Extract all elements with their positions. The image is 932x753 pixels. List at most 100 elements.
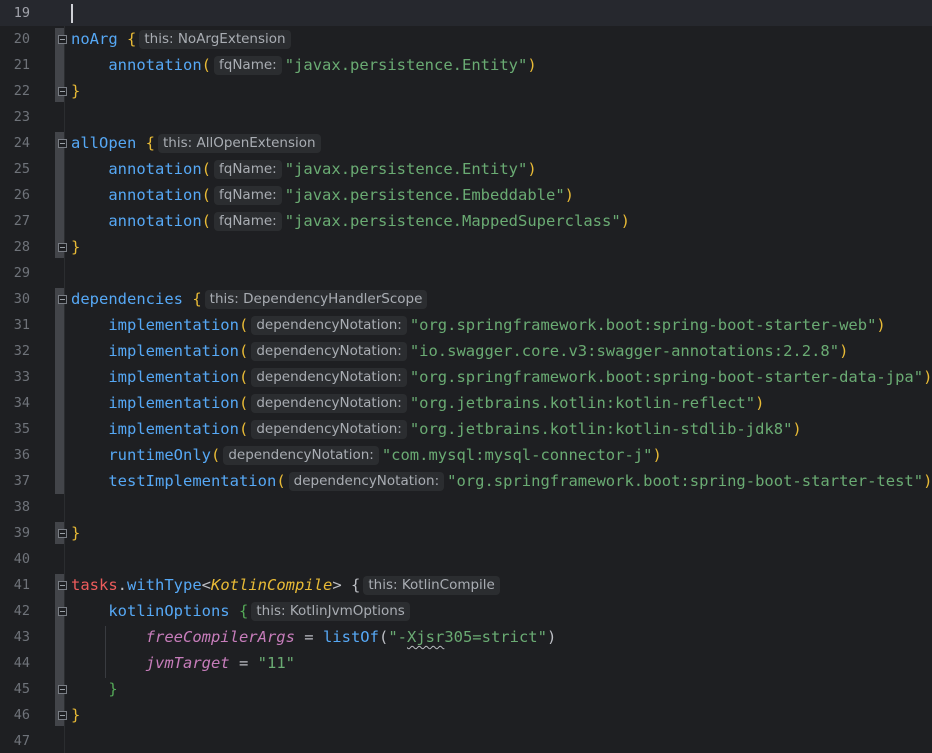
code-line[interactable]: 39} xyxy=(0,520,932,546)
code-line[interactable]: 31 implementation(dependencyNotation: "or… xyxy=(0,312,932,338)
code-text[interactable]: tasks.withType<KotlinCompile> {this: Kot… xyxy=(71,572,503,598)
code-text[interactable]: freeCompilerArgs = listOf("-Xjsr305=stri… xyxy=(71,624,557,650)
code-line[interactable]: 19 xyxy=(0,0,932,26)
code-line[interactable]: 35 implementation(dependencyNotation: "or… xyxy=(0,416,932,442)
line-number[interactable]: 23 xyxy=(0,104,30,130)
code-text[interactable]: implementation(dependencyNotation: "org.j… xyxy=(71,390,764,416)
code-token: "org.jetbrains.kotlin:kotlin-reflect" xyxy=(409,394,756,412)
line-number[interactable]: 19 xyxy=(0,0,30,26)
line-number[interactable]: 38 xyxy=(0,494,30,520)
line-number[interactable]: 22 xyxy=(0,78,30,104)
code-line[interactable]: 37 testImplementation(dependencyNotation… xyxy=(0,468,932,494)
fold-collapse-icon[interactable] xyxy=(58,35,67,44)
line-number[interactable]: 25 xyxy=(0,156,30,182)
code-line[interactable]: 23 xyxy=(0,104,932,130)
fold-end-icon[interactable] xyxy=(58,685,67,694)
code-text[interactable]: annotation(fqName: "javax.persistence.Ent… xyxy=(71,156,537,182)
code-text[interactable]: } xyxy=(71,676,117,702)
code-line[interactable]: 22} xyxy=(0,78,932,104)
code-token: "org.springframework.boot:spring-boot-st… xyxy=(409,368,924,386)
line-number[interactable]: 39 xyxy=(0,520,30,546)
line-number[interactable]: 33 xyxy=(0,364,30,390)
code-token: ) xyxy=(546,628,557,646)
code-line[interactable]: 21 annotation(fqName: "javax.persistence.… xyxy=(0,52,932,78)
line-number[interactable]: 35 xyxy=(0,416,30,442)
line-number[interactable]: 27 xyxy=(0,208,30,234)
code-text[interactable]: implementation(dependencyNotation: "org.s… xyxy=(71,312,886,338)
code-line[interactable]: 24 allOpen {this: AllOpenExtension xyxy=(0,130,932,156)
fold-end-icon[interactable] xyxy=(58,87,67,96)
code-text[interactable]: } xyxy=(71,78,80,104)
code-line[interactable]: 26 annotation(fqName: "javax.persistence.… xyxy=(0,182,932,208)
fold-collapse-icon[interactable] xyxy=(58,295,67,304)
code-line[interactable]: 25 annotation(fqName: "javax.persistence.… xyxy=(0,156,932,182)
code-line[interactable]: 20 noArg {this: NoArgExtension xyxy=(0,26,932,52)
code-line[interactable]: 28} xyxy=(0,234,932,260)
fold-collapse-icon[interactable] xyxy=(58,139,67,148)
line-number[interactable]: 29 xyxy=(0,260,30,286)
code-text[interactable]: testImplementation(dependencyNotation: "o… xyxy=(71,468,932,494)
line-number[interactable]: 32 xyxy=(0,338,30,364)
line-number[interactable]: 36 xyxy=(0,442,30,468)
code-line[interactable]: 40 xyxy=(0,546,932,572)
fold-end-icon[interactable] xyxy=(58,243,67,252)
code-line[interactable]: 42 kotlinOptions {this: KotlinJvmOptions xyxy=(0,598,932,624)
code-line[interactable]: 41 tasks.withType<KotlinCompile> {this: K… xyxy=(0,572,932,598)
code-text[interactable]: } xyxy=(71,234,80,260)
code-line[interactable]: 38 xyxy=(0,494,932,520)
code-line[interactable]: 47 xyxy=(0,728,932,753)
code-line[interactable]: 29 xyxy=(0,260,932,286)
line-number[interactable]: 21 xyxy=(0,52,30,78)
code-token: "org.springframework.boot:spring-boot-st… xyxy=(447,472,924,490)
line-number[interactable]: 37 xyxy=(0,468,30,494)
line-number[interactable]: 43 xyxy=(0,624,30,650)
code-text[interactable]: annotation(fqName: "javax.persistence.Ent… xyxy=(71,52,537,78)
line-number[interactable]: 46 xyxy=(0,702,30,728)
code-line[interactable]: 34 implementation(dependencyNotation: "or… xyxy=(0,390,932,416)
line-number[interactable]: 45 xyxy=(0,676,30,702)
code-text[interactable]: } xyxy=(71,520,80,546)
code-text[interactable]: annotation(fqName: "javax.persistence.Map… xyxy=(71,208,630,234)
code-text[interactable]: implementation(dependencyNotation: "io.sw… xyxy=(71,338,848,364)
code-line[interactable]: 36 runtimeOnly(dependencyNotation: "com.m… xyxy=(0,442,932,468)
line-number[interactable]: 20 xyxy=(0,26,30,52)
code-token: ( xyxy=(201,186,211,204)
code-line[interactable]: 27 annotation(fqName: "javax.persistence.… xyxy=(0,208,932,234)
line-number[interactable]: 30 xyxy=(0,286,30,312)
fold-collapse-icon[interactable] xyxy=(58,581,67,590)
code-text[interactable]: } xyxy=(71,702,80,728)
line-number[interactable]: 42 xyxy=(0,598,30,624)
code-text[interactable]: kotlinOptions {this: KotlinJvmOptions xyxy=(71,598,413,624)
code-token: Xjsr xyxy=(406,628,445,646)
code-line[interactable]: 30 dependencies {this: DependencyHandlerS… xyxy=(0,286,932,312)
line-number[interactable]: 34 xyxy=(0,390,30,416)
code-token: annotation xyxy=(108,186,202,204)
line-number[interactable]: 24 xyxy=(0,130,30,156)
code-line[interactable]: 44 jvmTarget = "11" xyxy=(0,650,932,676)
fold-end-icon[interactable] xyxy=(58,529,67,538)
line-number[interactable]: 28 xyxy=(0,234,30,260)
line-number[interactable]: 47 xyxy=(0,728,30,753)
code-line[interactable]: 46} xyxy=(0,702,932,728)
code-editor[interactable]: 19 20 noArg {this: NoArgExtension 21 annota… xyxy=(0,0,932,753)
code-line[interactable]: 43 freeCompilerArgs = listOf("-Xjsr305=s… xyxy=(0,624,932,650)
line-number[interactable]: 31 xyxy=(0,312,30,338)
code-text[interactable]: implementation(dependencyNotation: "org.s… xyxy=(71,364,932,390)
line-number[interactable]: 44 xyxy=(0,650,30,676)
code-line[interactable]: 45 } xyxy=(0,676,932,702)
fold-collapse-icon[interactable] xyxy=(58,607,67,616)
code-text[interactable]: implementation(dependencyNotation: "org.j… xyxy=(71,416,802,442)
line-number[interactable]: 26 xyxy=(0,182,30,208)
line-number[interactable]: 40 xyxy=(0,546,30,572)
line-number[interactable]: 41 xyxy=(0,572,30,598)
code-text[interactable]: noArg {this: NoArgExtension xyxy=(71,26,294,52)
code-text[interactable]: annotation(fqName: "javax.persistence.Emb… xyxy=(71,182,574,208)
code-line[interactable]: 33 implementation(dependencyNotation: "or… xyxy=(0,364,932,390)
code-text[interactable]: runtimeOnly(dependencyNotation: "com.mysq… xyxy=(71,442,662,468)
code-token: annotation xyxy=(108,212,202,230)
fold-end-icon[interactable] xyxy=(58,711,67,720)
code-text[interactable]: jvmTarget = "11" xyxy=(71,650,295,676)
code-line[interactable]: 32 implementation(dependencyNotation: "io… xyxy=(0,338,932,364)
code-text[interactable]: dependencies {this: DependencyHandlerSco… xyxy=(71,286,430,312)
code-text[interactable]: allOpen {this: AllOpenExtension xyxy=(71,130,324,156)
